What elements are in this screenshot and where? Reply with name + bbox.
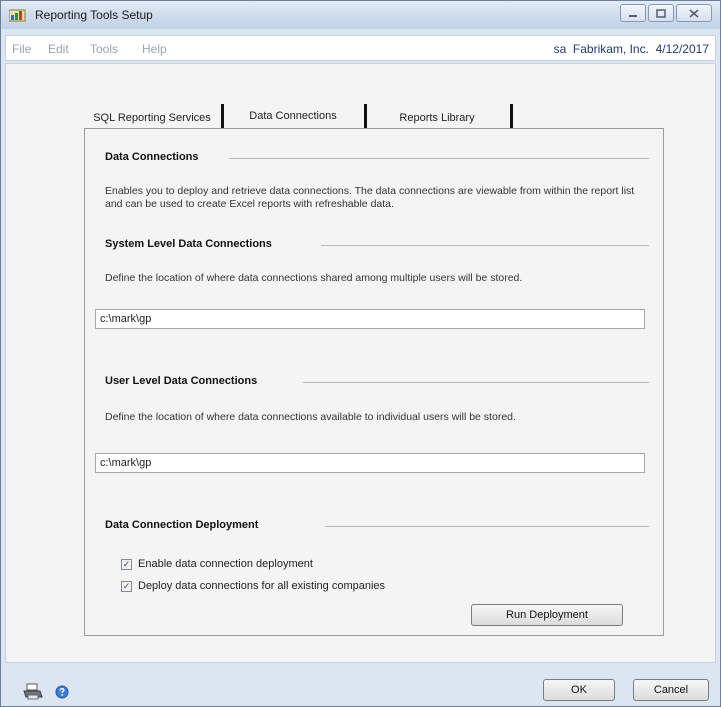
user-level-path-input[interactable] [95,453,645,473]
menu-file[interactable]: File [12,42,31,56]
footer-icons [23,683,69,704]
menu-bar: File Edit Tools Help sa Fabrikam, Inc. 4… [5,35,716,61]
system-level-description: Define the location of where data connec… [105,272,523,284]
enable-deployment-option[interactable]: ✓ Enable data connection deployment [121,558,313,570]
deploy-all-companies-option[interactable]: ✓ Deploy data connections for all existi… [121,580,385,592]
system-level-path-input[interactable] [95,309,645,329]
data-connections-panel: Data Connections Enables you to deploy a… [84,128,664,636]
maximize-button[interactable] [648,4,674,22]
tab-separator [364,104,367,128]
tab-label: Reports Library [399,112,475,124]
tab-label: SQL Reporting Services [93,112,211,124]
tab-separator [221,104,224,128]
tab-data-connections[interactable]: Data Connections [226,104,360,128]
close-icon [689,8,699,18]
divider [303,382,649,383]
close-button[interactable] [676,4,712,22]
cancel-button[interactable]: Cancel [633,679,709,701]
tab-label: Data Connections [249,110,337,122]
session-info[interactable]: sa Fabrikam, Inc. 4/12/2017 [554,42,709,56]
tab-sql-reporting-services[interactable]: SQL Reporting Services [86,106,218,130]
option-label: Enable data connection deployment [138,558,313,570]
section-heading-system-level: System Level Data Connections [105,238,272,250]
printer-icon[interactable] [23,683,43,704]
section-heading-user-level: User Level Data Connections [105,375,258,387]
reporting-tools-setup-window: Reporting Tools Setup File Edit Tools He… [0,0,721,707]
divider [325,526,649,527]
window-title: Reporting Tools Setup [35,8,153,22]
run-deployment-button[interactable]: Run Deployment [471,604,623,626]
menu-edit[interactable]: Edit [48,42,69,56]
app-icon [8,8,27,22]
title-bar[interactable]: Reporting Tools Setup [1,1,720,29]
section-heading-deployment: Data Connection Deployment [105,519,259,531]
menu-help[interactable]: Help [142,42,167,56]
user-level-description: Define the location of where data connec… [105,411,516,423]
section-heading-data-connections: Data Connections [105,151,199,163]
deploy-all-companies-checkbox[interactable]: ✓ [121,580,132,592]
ok-button[interactable]: OK [543,679,615,701]
minimize-button[interactable] [620,4,646,22]
minimize-icon [629,15,637,17]
enable-deployment-checkbox[interactable]: ✓ [121,558,132,570]
tab-separator [510,104,513,128]
menu-tools[interactable]: Tools [90,42,118,56]
maximize-icon [656,8,666,18]
divider [229,158,649,159]
help-icon[interactable] [55,685,69,702]
content-area: SQL Reporting Services Data Connections … [5,63,716,663]
tab-reports-library[interactable]: Reports Library [368,106,506,130]
divider [321,245,649,246]
option-label: Deploy data connections for all existing… [138,580,386,592]
data-connections-description: Enables you to deploy and retrieve data … [105,185,635,210]
window-controls [620,4,712,22]
